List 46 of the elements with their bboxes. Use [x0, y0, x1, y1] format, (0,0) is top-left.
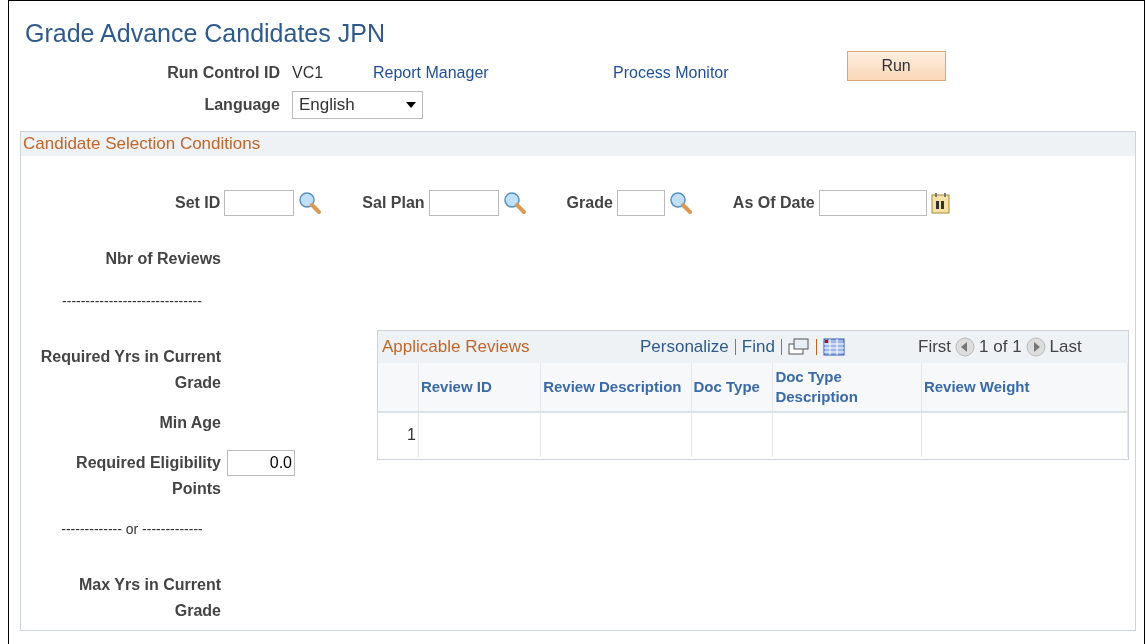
input-field[interactable] — [224, 190, 295, 216]
link[interactable]: Report Manager — [373, 64, 613, 82]
column-header: Review Description — [540, 363, 692, 412]
search-icon[interactable] — [502, 191, 527, 215]
field-label: Language — [203, 96, 280, 114]
language-dropdown[interactable]: English — [292, 91, 423, 119]
section-header: Candidate Selection Conditions — [21, 132, 1135, 156]
field-label: Max Yrs in Current Grade — [78, 575, 221, 621]
field-label: Set ID — [175, 194, 221, 212]
input-field[interactable] — [428, 190, 499, 216]
field-value: VC1 — [292, 64, 325, 82]
grid-title: Applicable Reviews — [382, 337, 531, 357]
nav-label: Last — [1049, 337, 1082, 357]
column-header: Doc Type — [691, 363, 773, 412]
divider-text: ------------- or ------------- — [60, 520, 204, 539]
page-title: Grade Advance Candidates JPN — [25, 18, 386, 49]
column-header: Review Weight — [921, 363, 1128, 412]
column-header: Review ID — [418, 363, 541, 412]
field-label: Run Control ID — [166, 64, 280, 82]
spreadsheet-icon[interactable] — [822, 338, 845, 356]
input-field[interactable] — [616, 190, 665, 216]
input-field[interactable] — [818, 190, 927, 216]
new-window-icon[interactable] — [787, 338, 810, 356]
nav-label: First — [918, 337, 952, 357]
field-label: Sal Plan — [362, 194, 425, 212]
next-icon[interactable] — [1025, 337, 1046, 357]
field-label: As Of Date — [732, 194, 815, 212]
link[interactable]: Process Monitor — [613, 64, 729, 82]
input-field[interactable]: 0.0 — [227, 450, 295, 476]
field-label: Required Eligibility Points — [75, 453, 221, 499]
row-number: 1 — [378, 412, 419, 457]
toolbar-link[interactable]: Find — [741, 337, 775, 357]
caret-icon — [406, 102, 416, 108]
calendar-icon[interactable] — [930, 192, 951, 214]
previous-icon[interactable] — [955, 337, 976, 357]
field-label: Grade — [566, 194, 613, 212]
page-count: 1 of 1 — [979, 337, 1022, 357]
field-label: Required Yrs in Current Grade — [39, 347, 221, 393]
search-icon[interactable] — [298, 191, 323, 215]
divider-text: ------------------------------ — [61, 292, 203, 311]
run-button[interactable]: Run — [846, 51, 946, 81]
field-label: Nbr of Reviews — [104, 249, 221, 269]
toolbar-link[interactable]: Personalize — [640, 337, 729, 357]
column-header: Doc Type Description — [772, 363, 922, 412]
field-label: Min Age — [158, 413, 221, 433]
search-icon[interactable] — [668, 191, 693, 215]
